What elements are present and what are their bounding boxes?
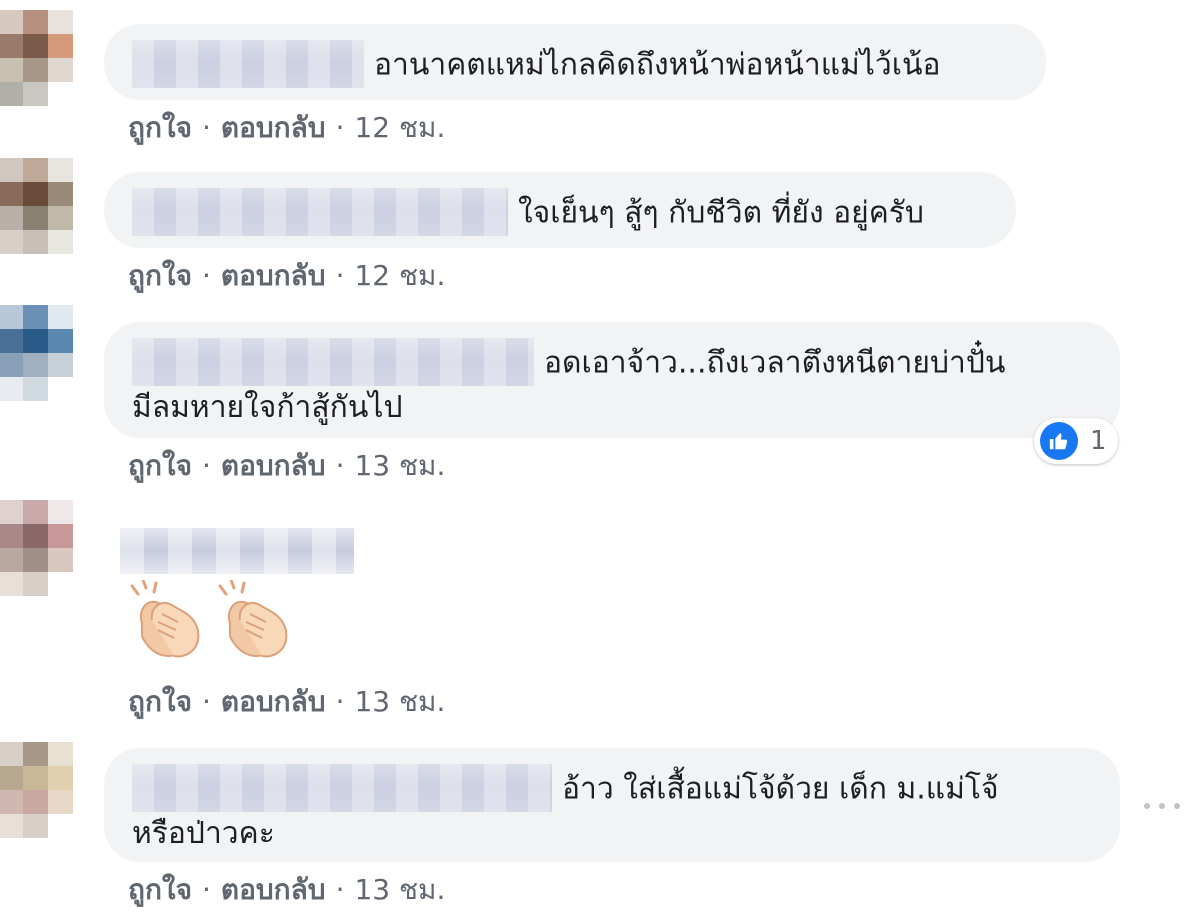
comment-bubble: อ้าว ใส่เสื้อแม่โจ้ด้วย เด็ก ม.แม่โจ้ หร… (104, 748, 1120, 862)
separator: · (335, 259, 345, 292)
separator: · (201, 449, 211, 482)
comment-text: อ้าว ใส่เสื้อแม่โจ้ด้วย เด็ก ม.แม่โจ้ (562, 771, 999, 807)
comment-text-line2: มีลมหายใจก้าสู้กันไป (132, 390, 403, 425)
reaction-summary[interactable]: 1 (1034, 418, 1118, 464)
timestamp[interactable]: 13 ชม. (354, 873, 445, 906)
comment-bubble: อดเอาจ้าว...ถึงเวลาตึงหนีตายบ่าปั๋น มีลม… (104, 322, 1120, 438)
comment-bubble: อานาคตแหม่ไกลคิดถึงหน้าพ่อหน้าแม่ไว้เน้อ (104, 24, 1046, 100)
author-name[interactable] (120, 528, 354, 574)
comment-actions: ถูกใจ · ตอบกลับ · 13 ชม. (128, 680, 445, 724)
separator: · (335, 873, 345, 906)
comment-actions: ถูกใจ · ตอบกลับ · 12 ชม. (128, 254, 445, 298)
comment-text-line2: หรือป่าวคะ (132, 816, 275, 851)
reply-link[interactable]: ตอบกลับ (221, 449, 326, 482)
clapping-hands-icon (130, 580, 200, 658)
like-link[interactable]: ถูกใจ (128, 259, 192, 292)
avatar[interactable] (0, 305, 74, 401)
clapping-hands-icon (218, 580, 288, 658)
comment-text: อานาคตแหม่ไกลคิดถึงหน้าพ่อหน้าแม่ไว้เน้อ (374, 47, 941, 83)
author-name[interactable] (132, 338, 534, 386)
author-name[interactable] (132, 764, 552, 812)
comment-actions: ถูกใจ · ตอบกลับ · 12 ชม. (128, 106, 445, 150)
avatar[interactable] (0, 10, 74, 106)
avatar[interactable] (0, 158, 74, 254)
comment-text: อดเอาจ้าว...ถึงเวลาตึงหนีตายบ่าปั๋น (544, 345, 1006, 381)
comment-thread: อานาคตแหม่ไกลคิดถึงหน้าพ่อหน้าแม่ไว้เน้อ… (0, 0, 1200, 921)
separator: · (335, 111, 345, 144)
separator: · (201, 259, 211, 292)
timestamp[interactable]: 13 ชม. (354, 685, 445, 718)
separator: · (335, 449, 345, 482)
comment-text: ใจเย็นๆ สู้ๆ กับชีวิต ที่ยัง อยู่ครับ (518, 195, 924, 231)
reaction-count: 1 (1090, 426, 1107, 456)
like-link[interactable]: ถูกใจ (128, 111, 192, 144)
reply-link[interactable]: ตอบกลับ (221, 259, 326, 292)
reply-link[interactable]: ตอบกลับ (221, 111, 326, 144)
separator: · (201, 873, 211, 906)
author-name[interactable] (132, 188, 508, 236)
separator: · (201, 685, 211, 718)
thumbs-up-icon (1040, 422, 1078, 460)
avatar[interactable] (0, 742, 74, 838)
like-link[interactable]: ถูกใจ (128, 685, 192, 718)
timestamp[interactable]: 12 ชม. (354, 111, 445, 144)
comment-bubble: ใจเย็นๆ สู้ๆ กับชีวิต ที่ยัง อยู่ครับ (104, 172, 1016, 248)
reply-link[interactable]: ตอบกลับ (221, 685, 326, 718)
timestamp[interactable]: 12 ชม. (354, 259, 445, 292)
comment-actions: ถูกใจ · ตอบกลับ · 13 ชม. (128, 444, 445, 488)
separator: · (201, 111, 211, 144)
comment-actions: ถูกใจ · ตอบกลับ · 13 ชม. (128, 868, 445, 912)
comment-emoji (128, 580, 298, 660)
like-link[interactable]: ถูกใจ (128, 873, 192, 906)
timestamp[interactable]: 13 ชม. (354, 449, 445, 482)
avatar[interactable] (0, 500, 74, 596)
author-name[interactable] (132, 40, 364, 88)
reply-link[interactable]: ตอบกลับ (221, 873, 326, 906)
separator: · (335, 685, 345, 718)
like-link[interactable]: ถูกใจ (128, 449, 192, 482)
more-options-icon[interactable] (1144, 796, 1180, 816)
